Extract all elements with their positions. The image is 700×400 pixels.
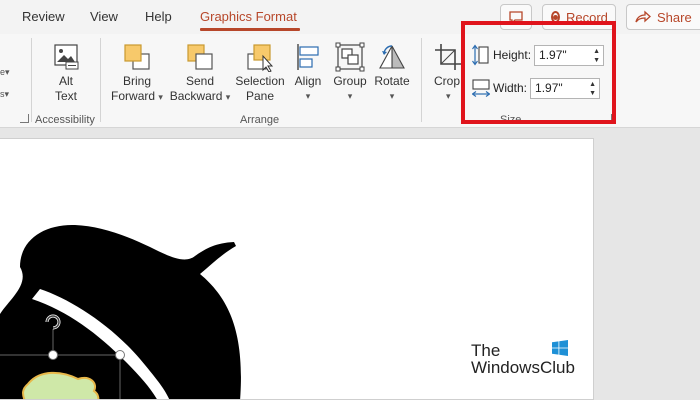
bring-forward-label-2: Forward <box>111 89 156 103</box>
send-backward-label-2: Backward <box>169 89 223 103</box>
watermark-logo: The WindowsClub <box>471 340 575 377</box>
selection-pane-icon <box>244 42 276 73</box>
alt-text-label-2: Text <box>54 89 77 103</box>
share-icon <box>635 10 651 23</box>
align-icon <box>292 42 324 72</box>
chevron-down-icon: ▾ <box>446 91 451 101</box>
alt-text-button[interactable]: Alt Text <box>45 42 87 104</box>
chevron-down-icon: ▾ <box>347 91 353 101</box>
alt-text-icon <box>50 42 82 72</box>
bring-forward-button[interactable]: Bring Forward ▾ <box>108 42 166 105</box>
group-button[interactable]: Group ▾ <box>331 42 369 104</box>
selection-pane-label-2: Pane <box>245 89 275 103</box>
chevron-down-icon: ▾ <box>225 92 231 102</box>
group-separator <box>100 38 101 122</box>
chevron-down-icon: ▾ <box>389 91 395 101</box>
tab-graphics-format[interactable]: Graphics Format <box>200 9 297 24</box>
selection-pane-button[interactable]: Selection Pane <box>234 42 286 104</box>
group-label-accessibility: Accessibility <box>35 114 95 126</box>
group-icon <box>334 42 366 72</box>
align-label: Align <box>294 74 322 88</box>
group-label-arrange: Arrange <box>240 114 280 126</box>
resize-handle[interactable] <box>115 350 125 360</box>
chevron-down-icon: s▾ <box>0 89 10 99</box>
windows-logo-icon <box>552 340 568 356</box>
send-backward-label-1: Send <box>185 74 215 88</box>
group-separator <box>421 38 422 122</box>
send-backward-icon <box>184 42 216 72</box>
share-label: Share <box>657 9 692 25</box>
clipped-command-1[interactable]: e▾ <box>0 64 10 80</box>
tab-help[interactable]: Help <box>145 9 172 24</box>
dialog-launcher-icon[interactable] <box>20 114 29 123</box>
selection-pane-label-1: Selection <box>235 74 285 88</box>
chevron-down-icon: ▾ <box>305 91 311 101</box>
bring-forward-label-1: Bring <box>122 74 151 88</box>
share-button[interactable]: Share <box>626 4 700 30</box>
send-backward-button[interactable]: Send Backward ▾ <box>168 42 232 105</box>
tab-view[interactable]: View <box>90 9 118 24</box>
crop-icon <box>434 42 462 72</box>
group-separator <box>31 38 32 122</box>
align-button[interactable]: Align ▾ <box>290 42 326 104</box>
tab-review[interactable]: Review <box>22 9 65 24</box>
crop-button[interactable]: Crop ▾ <box>434 42 464 104</box>
rotate-label: Rotate <box>374 74 410 88</box>
resize-handle[interactable] <box>48 350 58 360</box>
alt-text-label-1: Alt <box>58 74 73 88</box>
rotate-icon <box>376 42 408 72</box>
rotate-button[interactable]: Rotate ▾ <box>372 42 412 104</box>
chevron-down-icon: ▾ <box>158 92 163 102</box>
group-label: Group <box>333 74 367 88</box>
watermark-line-2: WindowsClub <box>471 358 575 377</box>
annotation-highlight-box <box>461 21 616 124</box>
crop-label: Crop <box>434 74 461 88</box>
bring-forward-icon <box>121 42 153 72</box>
chevron-down-icon: e▾ <box>0 67 10 77</box>
active-tab-indicator <box>200 28 300 31</box>
clipped-command-2[interactable]: s▾ <box>0 86 9 102</box>
